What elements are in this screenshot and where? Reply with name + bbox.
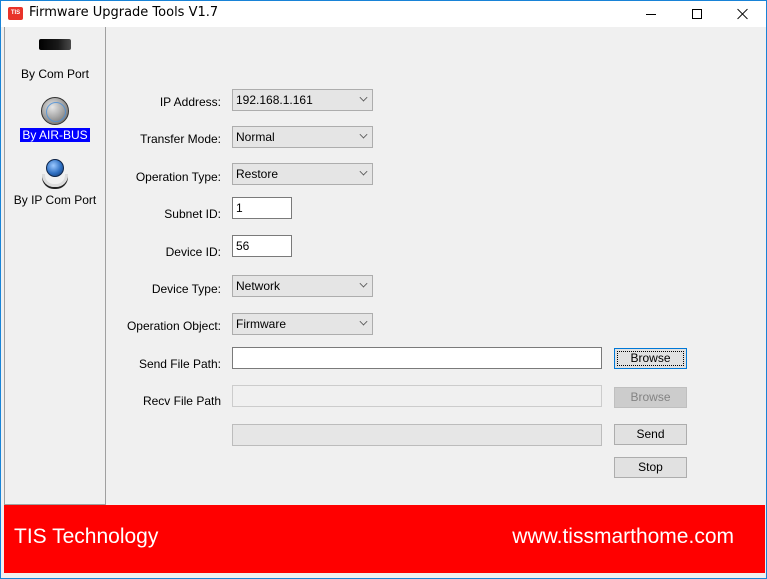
minimize-button[interactable]	[628, 1, 674, 27]
chevron-down-icon	[359, 167, 368, 176]
chevron-down-icon	[359, 317, 368, 326]
device-id-label: Device ID:	[165, 245, 221, 259]
ip-address-value: 192.168.1.161	[236, 93, 313, 107]
browse-send-button[interactable]: Browse	[614, 348, 687, 369]
device-type-label: Device Type:	[151, 282, 221, 296]
send-file-path-input[interactable]	[232, 347, 602, 369]
transfer-mode-label: Transfer Mode:	[140, 132, 221, 146]
transfer-mode-select[interactable]: Normal	[232, 126, 373, 148]
app-window: TIS Firmware Upgrade Tools V1.7 By Com P…	[0, 0, 767, 579]
maximize-icon	[692, 9, 702, 19]
app-logo-icon: TIS	[8, 7, 23, 20]
sidebar-item-label: By Com Port	[20, 67, 89, 81]
company-website: www.tissmarthome.com	[512, 525, 734, 548]
minimize-icon	[646, 13, 656, 15]
close-button[interactable]	[720, 1, 766, 27]
upgrade-progress-bar	[232, 424, 602, 446]
chevron-down-icon	[359, 130, 368, 139]
recv-file-path-label: Recv File Path	[142, 394, 221, 408]
operation-type-label: Operation Type:	[135, 170, 221, 184]
send-button[interactable]: Send	[614, 424, 687, 445]
send-file-path-label: Send File Path:	[138, 357, 221, 371]
maximize-button[interactable]	[674, 1, 720, 27]
transfer-mode-value: Normal	[236, 130, 275, 144]
operation-object-label: Operation Object:	[126, 319, 221, 333]
window-title: Firmware Upgrade Tools V1.7	[29, 5, 219, 20]
sidebar-item-label: By IP Com Port	[13, 193, 97, 207]
company-name: TIS Technology	[14, 525, 159, 548]
stop-button[interactable]: Stop	[614, 457, 687, 478]
ip-address-select[interactable]: 192.168.1.161	[232, 89, 373, 111]
chevron-down-icon	[359, 93, 368, 102]
operation-type-select[interactable]: Restore	[232, 163, 373, 185]
title-bar: TIS Firmware Upgrade Tools V1.7	[1, 1, 766, 27]
operation-type-value: Restore	[236, 167, 279, 181]
subnet-id-input[interactable]: 1	[232, 197, 292, 219]
device-type-select[interactable]: Network	[232, 275, 373, 297]
operation-object-select[interactable]: Firmware	[232, 313, 373, 335]
subnet-id-label: Subnet ID:	[164, 207, 221, 221]
operation-object-value: Firmware	[236, 317, 286, 331]
device-type-value: Network	[236, 279, 281, 293]
recv-file-path-input	[232, 385, 602, 407]
device-id-input[interactable]: 56	[232, 235, 292, 257]
ip-address-label: IP Address:	[159, 95, 221, 109]
browse-recv-button: Browse	[614, 387, 687, 408]
sidebar-item-com-port[interactable]: By Com Port	[5, 39, 105, 81]
chevron-down-icon	[359, 279, 368, 288]
footer-banner: TIS Technology www.tissmarthome.com	[4, 505, 765, 573]
com-port-icon	[39, 39, 71, 50]
close-icon	[737, 8, 749, 20]
